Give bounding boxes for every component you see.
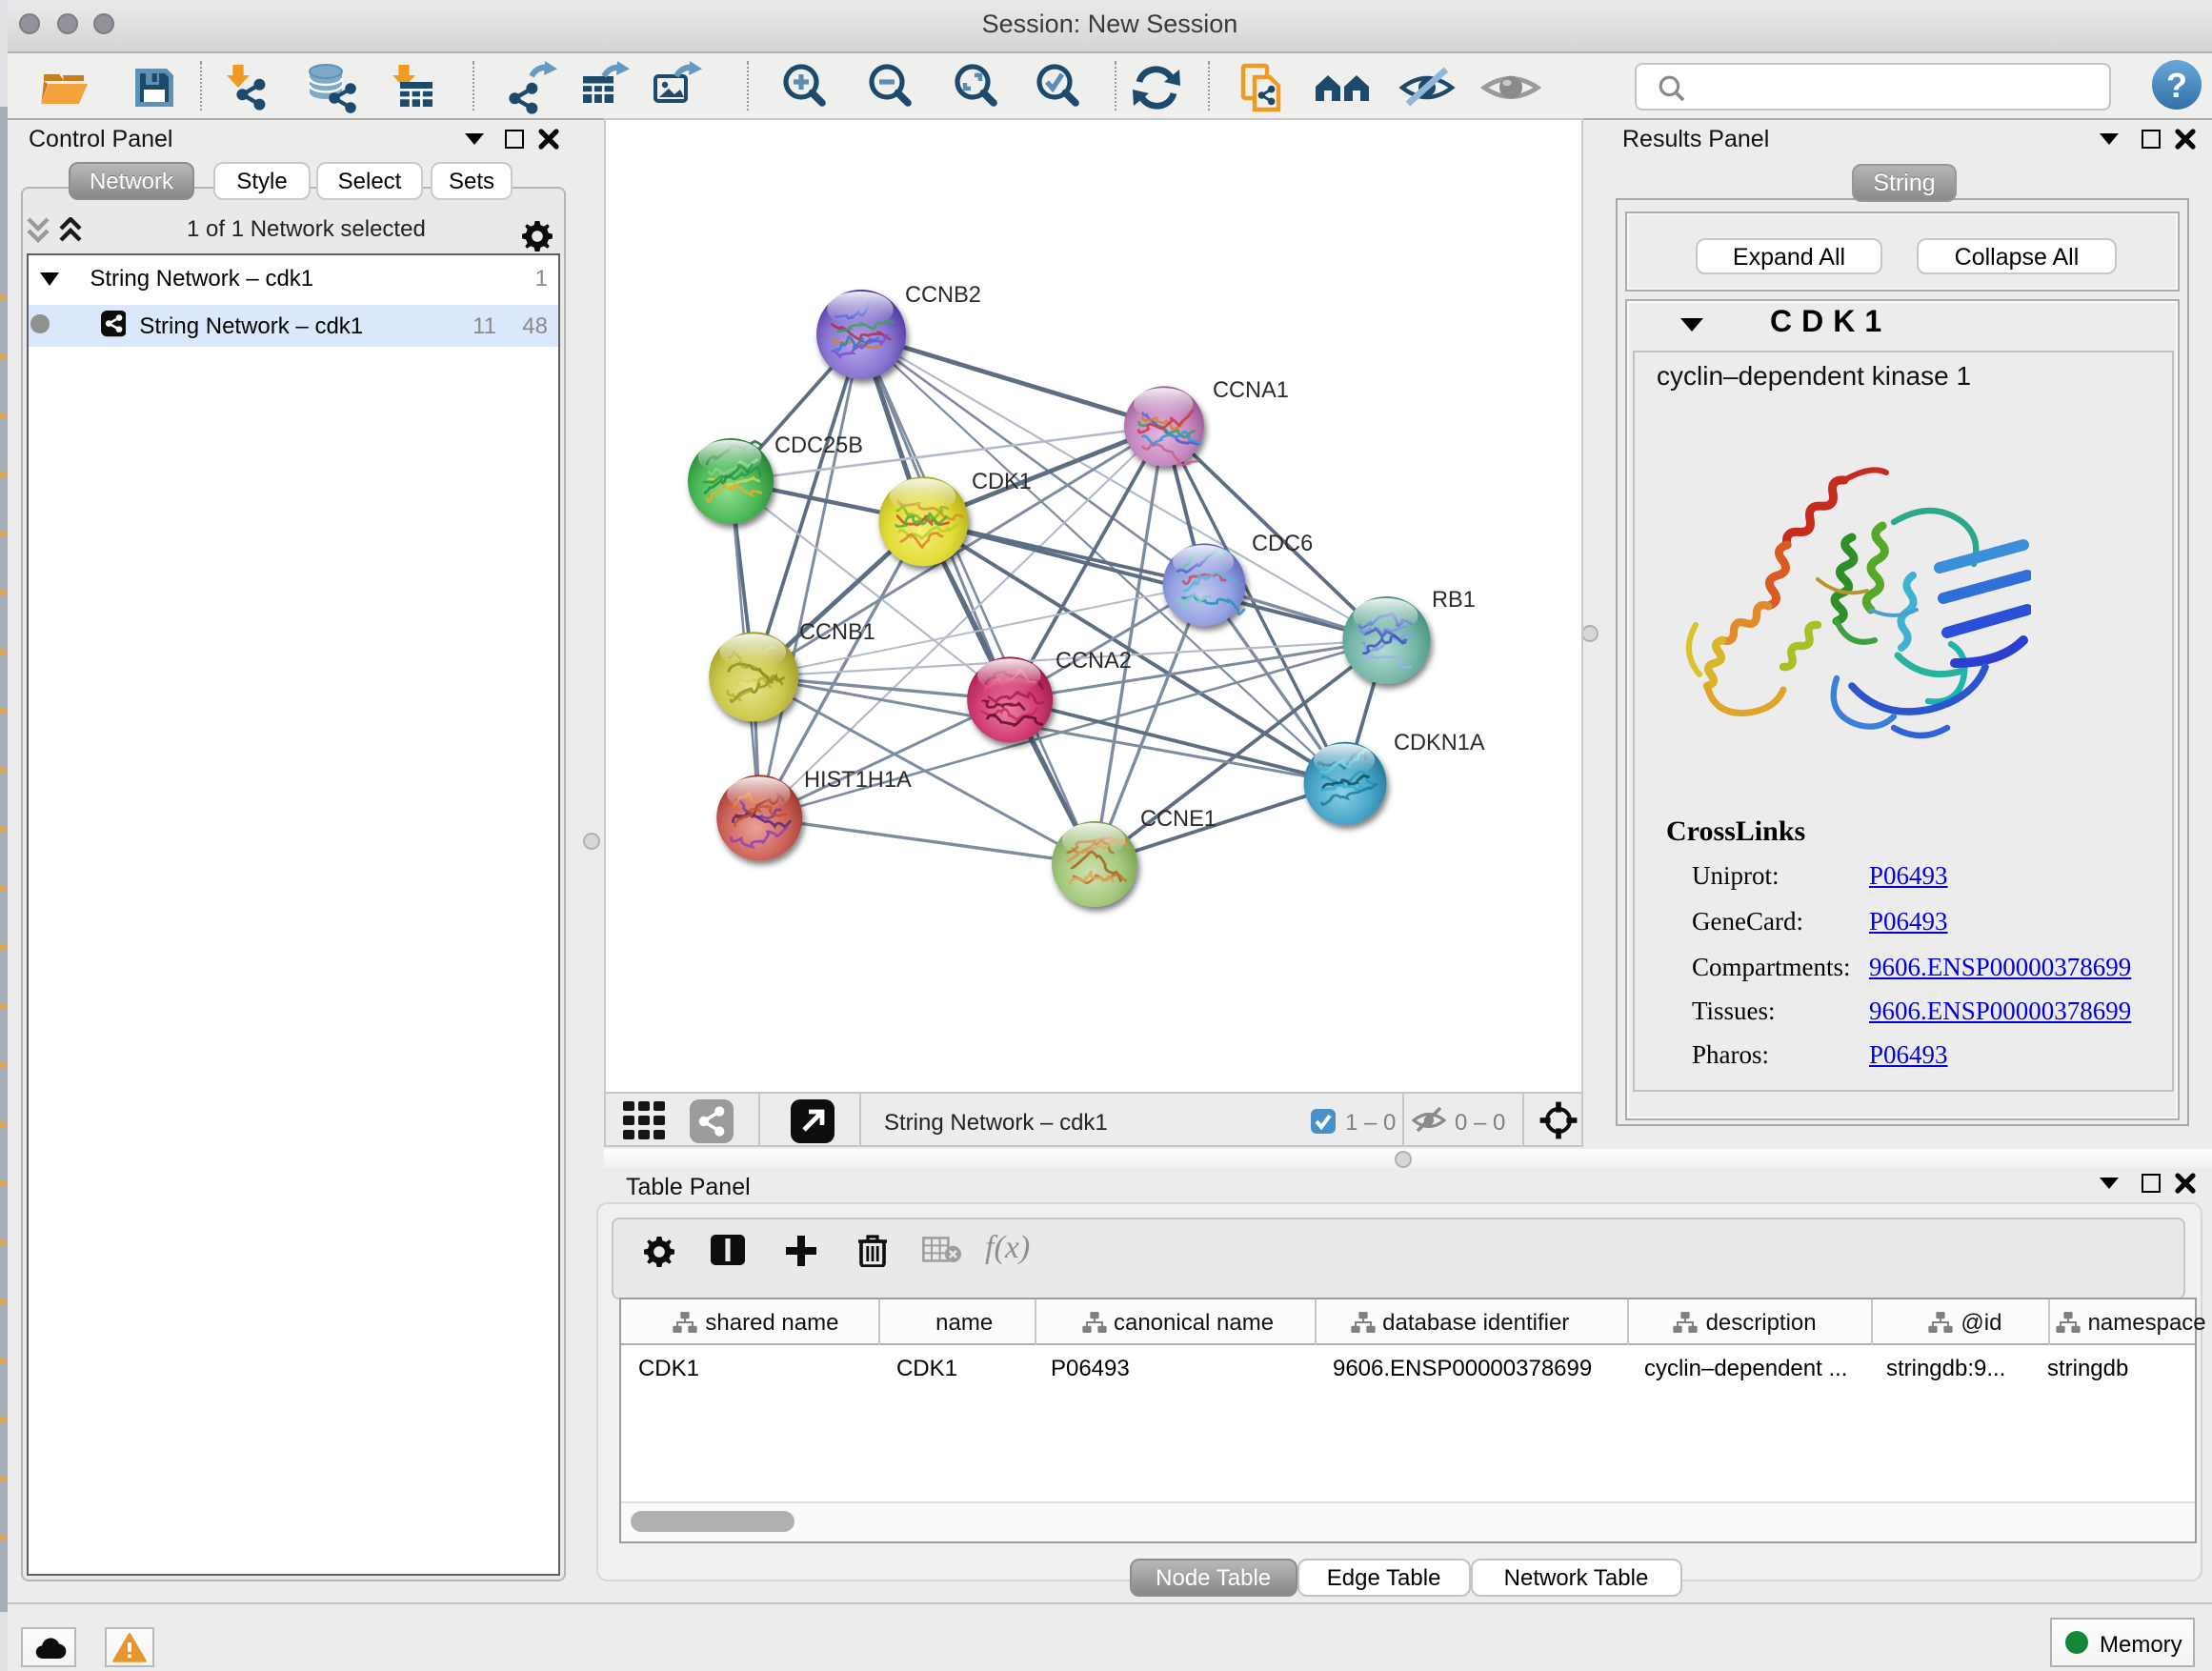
svg-text:CCNA2: CCNA2 — [1056, 648, 1132, 673]
svg-text:CCNE1: CCNE1 — [1140, 806, 1217, 831]
svg-text:CCNA1: CCNA1 — [1213, 377, 1289, 402]
svg-text:CCNB2: CCNB2 — [905, 282, 981, 307]
svg-text:HIST1H1A: HIST1H1A — [804, 767, 912, 792]
svg-text:?: ? — [2166, 65, 2187, 104]
svg-text:CDC25B: CDC25B — [774, 433, 863, 457]
svg-text:CCNB1: CCNB1 — [799, 619, 875, 644]
svg-text:RB1: RB1 — [1432, 587, 1476, 612]
svg-text:CDC6: CDC6 — [1252, 531, 1313, 555]
svg-text:CDKN1A: CDKN1A — [1394, 730, 1485, 755]
svg-text:CDK1: CDK1 — [972, 469, 1032, 493]
